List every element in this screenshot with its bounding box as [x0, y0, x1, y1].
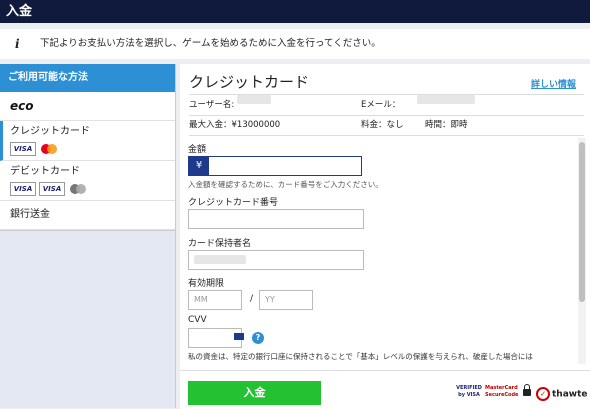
amount-input[interactable]: ¥: [188, 156, 362, 176]
thawte-check-icon: ✓: [536, 387, 550, 401]
expiry-label: 有効期限: [188, 279, 225, 289]
sidebar-item-label: 銀行送金: [10, 209, 50, 220]
username-label: ユーザー名:: [189, 100, 235, 110]
expiry-month-input[interactable]: MM: [188, 290, 242, 310]
visa-logo-icon: VISA: [10, 142, 36, 156]
panel-title: クレジットカード: [189, 73, 310, 91]
max-deposit: 最大入金：¥13000000: [189, 120, 281, 130]
card-number-label: クレジットカード番号: [188, 198, 279, 208]
visa-logo-icon: VISA: [10, 182, 36, 196]
fee: 料金：なし: [361, 120, 404, 130]
amount-hint: 入金額を確認するために、カード番号をご入力ください。: [188, 180, 383, 189]
cvv-label: CVV: [188, 315, 207, 325]
card-cvv-icon: [234, 333, 244, 340]
cardholder-label: カード保持者名: [188, 239, 252, 249]
thawte-label: thawte: [552, 389, 588, 400]
credit-card-panel: クレジットカード 詳しい情報 ユーザー名: Eメール： 最大入金：¥130000…: [180, 64, 590, 409]
thawte-badge: ✓ thawte: [536, 387, 588, 401]
help-icon[interactable]: ?: [252, 332, 264, 344]
sidebar-item-credit-card[interactable]: クレジットカード VISA: [0, 121, 188, 161]
protection-notice: 私の資金は、特定の銀行口座に保持されることで「基本」レベルの保護を与えられ、破産…: [188, 352, 533, 361]
info-text: 下記よりお支払い方法を選択し、ゲームを始めるために入金を行ってください。: [40, 38, 381, 49]
sidebar-item-debit-card[interactable]: デビットカード VISA VISA: [0, 161, 175, 201]
info-banner: i 下記よりお支払い方法を選択し、ゲームを始めるために入金を行ってください。: [0, 29, 590, 59]
yen-currency-icon: ¥: [189, 157, 209, 175]
eco-logo: eco: [10, 99, 34, 113]
window-title: 入金: [0, 0, 590, 23]
processing-time: 時間：即時: [425, 120, 468, 130]
mastercard-securecode-badge: MasterCard SecureCode: [485, 385, 519, 398]
method-list: eco クレジットカード VISA デビットカード VISA VISA 銀行送金: [0, 92, 188, 231]
info-icon: i: [15, 37, 20, 51]
details-link[interactable]: 詳しい情報: [531, 77, 576, 90]
expiry-separator: /: [250, 294, 254, 304]
cvv-input[interactable]: [188, 328, 244, 348]
mastercard-logo-icon: [68, 183, 88, 195]
scrollbar-thumb[interactable]: [579, 142, 585, 302]
sidebar-header: ご利用可能な方法: [0, 64, 175, 92]
email-label: Eメール：: [361, 100, 401, 110]
payment-method-sidebar: ご利用可能な方法 eco クレジットカード VISA デビットカード VISA …: [0, 64, 188, 408]
verified-by-visa-badge: VERIFIED by VISA: [456, 385, 482, 398]
sidebar-item-eco[interactable]: eco: [0, 92, 175, 121]
account-info: ユーザー名: Eメール： 最大入金：¥13000000 料金：なし 時間：即時: [189, 94, 584, 136]
card-number-input[interactable]: [188, 209, 364, 229]
deposit-button[interactable]: 入金: [188, 381, 321, 405]
sidebar-item-bank-transfer[interactable]: 銀行送金: [0, 201, 175, 230]
sidebar-item-label: クレジットカード: [10, 126, 90, 137]
cardholder-input[interactable]: [188, 250, 364, 270]
deposit-form: 金額 ¥ 入金額を確認するために、カード番号をご入力ください。 クレジットカード…: [180, 138, 580, 364]
amount-label: 金額: [188, 145, 207, 155]
panel-footer: 入金 VERIFIED by VISA MasterCard SecureCod…: [180, 370, 590, 409]
mastercard-logo-icon: [39, 143, 59, 155]
sidebar-item-label: デビットカード: [10, 166, 80, 177]
expiry-year-input[interactable]: YY: [259, 290, 313, 310]
lock-icon: [523, 384, 531, 396]
visa-logo-icon: VISA: [39, 182, 65, 196]
form-scrollbar[interactable]: [578, 138, 586, 364]
